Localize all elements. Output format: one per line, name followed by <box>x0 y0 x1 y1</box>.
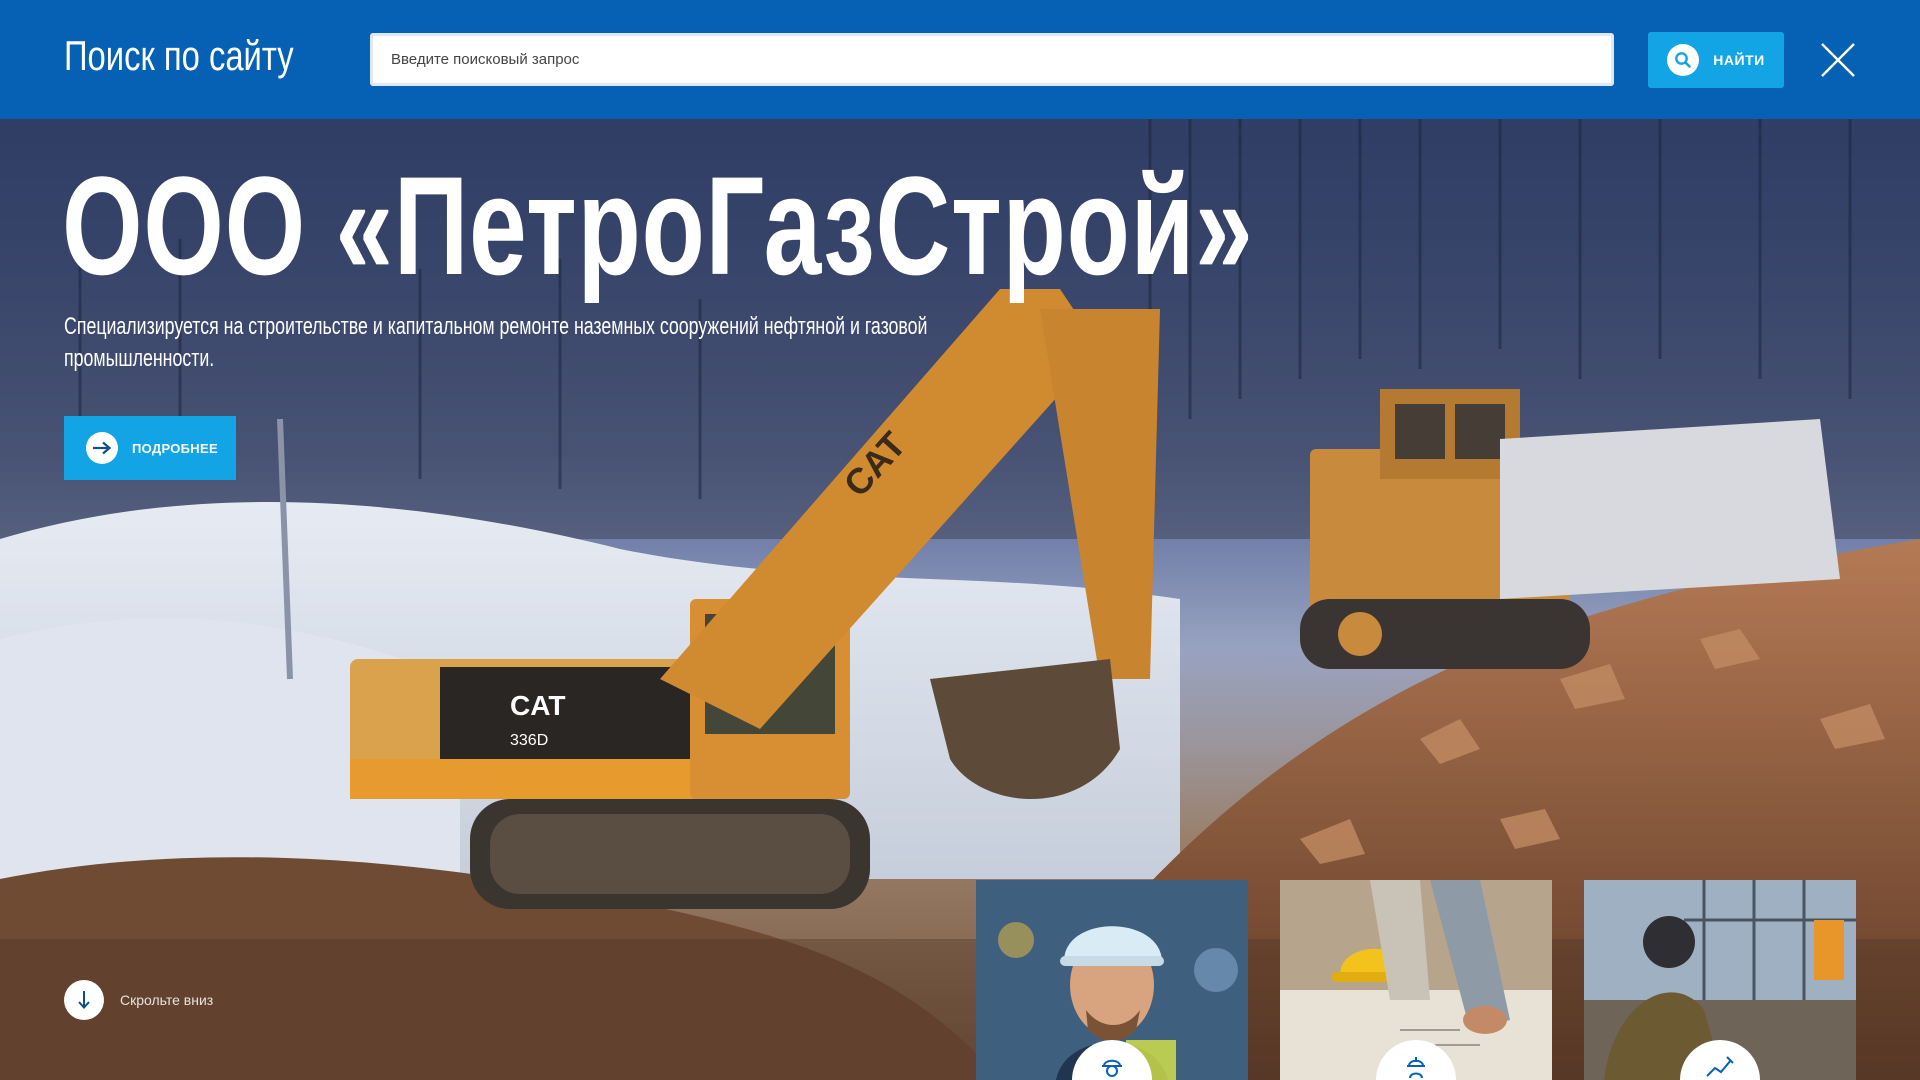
search-header: Поиск по сайту НАЙТИ <box>0 0 1920 119</box>
hero-section: CAT 336D CAT ООО «ПетроГазСтрой» Специал… <box>0 119 1920 1080</box>
scroll-down-label: Скрольте вниз <box>120 992 214 1008</box>
arrow-down-icon <box>64 980 104 1020</box>
company-title: ООО «ПетроГазСтрой» <box>62 147 1254 304</box>
more-button-label: ПОДРОБНЕЕ <box>132 440 218 456</box>
find-button-label: НАЙТИ <box>1713 52 1765 68</box>
more-button[interactable]: ПОДРОБНЕЕ <box>64 416 236 480</box>
search-icon <box>1667 44 1700 76</box>
search-input-wrapper <box>370 33 1614 86</box>
card-engineering-plans[interactable] <box>1280 880 1552 1080</box>
card-welding[interactable] <box>1584 880 1856 1080</box>
search-title: Поиск по сайту <box>64 32 294 79</box>
company-description: Специализируется на строительстве и капи… <box>64 313 928 372</box>
svg-text:336D: 336D <box>510 732 548 749</box>
close-icon[interactable] <box>1818 40 1858 80</box>
scroll-down-hint[interactable]: Скрольте вниз <box>64 980 213 1020</box>
arrow-right-icon <box>86 432 118 464</box>
svg-text:CAT: CAT <box>510 690 565 721</box>
search-input[interactable] <box>373 36 1611 83</box>
find-button[interactable]: НАЙТИ <box>1648 32 1784 88</box>
card-worker-helmet[interactable] <box>976 880 1248 1080</box>
